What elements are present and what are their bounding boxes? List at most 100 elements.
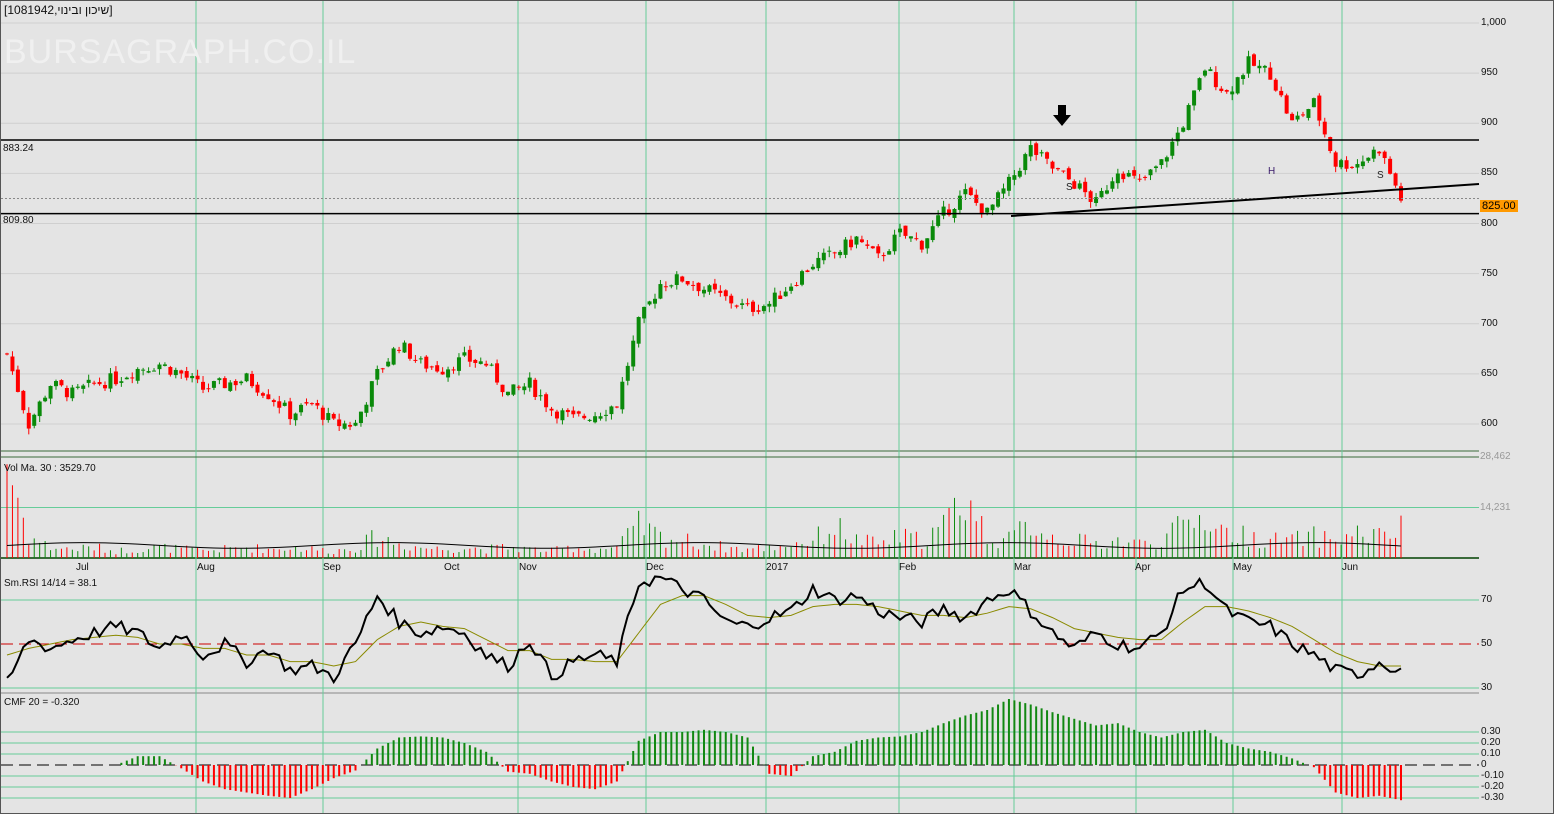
candle-body (5, 353, 9, 355)
candle-body (32, 414, 37, 426)
candle-body (1349, 166, 1354, 168)
candle-body (369, 381, 374, 407)
candle-body (1230, 91, 1235, 95)
cmf-tick-label: -0.10 (1481, 770, 1504, 781)
candle-body (135, 368, 140, 381)
candle-body (1393, 173, 1398, 186)
candle-body (456, 357, 461, 371)
candle-body (1382, 151, 1387, 159)
candle-body (222, 378, 227, 389)
candle-body (658, 284, 663, 299)
candle-body (1300, 114, 1305, 116)
candle-body (1186, 105, 1191, 130)
candle-body (810, 266, 815, 270)
candle-body (1153, 166, 1158, 169)
candle-body (1290, 113, 1295, 121)
candle-body (1251, 54, 1256, 66)
candle-body (331, 413, 336, 419)
candle-body (407, 343, 412, 359)
cmf-tick-label: -0.20 (1481, 781, 1504, 792)
chart-canvas[interactable] (1, 1, 1554, 814)
candle-body (957, 195, 962, 210)
date-axis-label: Jun (1342, 562, 1359, 573)
rsi-title: Sm.RSI 14/14 = 38.1 (4, 578, 98, 589)
candle-body (440, 371, 445, 375)
candle-body (255, 384, 260, 393)
candle-body (554, 411, 559, 419)
candle-body (892, 234, 897, 252)
candle-body (1115, 173, 1120, 184)
candle-body (1328, 137, 1333, 152)
candle-body (778, 295, 783, 299)
candle-body (293, 413, 298, 421)
candle-body (244, 373, 249, 382)
candle-body (636, 317, 641, 344)
last-price-label: 825.00 (1480, 200, 1518, 212)
candle-body (729, 295, 734, 304)
candle-body (1023, 154, 1028, 171)
pattern-annotation: H (1268, 166, 1276, 177)
date-axis-label: Sep (323, 562, 341, 573)
date-axis-label: Mar (1014, 562, 1032, 573)
candle-body (1208, 69, 1213, 72)
price-tick-label: 950 (1481, 67, 1498, 79)
date-axis-label: Dec (646, 562, 664, 573)
candle-body (353, 422, 358, 426)
candle-body (108, 373, 113, 389)
candle-body (881, 255, 886, 257)
candle-body (663, 286, 668, 288)
candle-body (1284, 95, 1289, 114)
candle-body (1197, 78, 1202, 90)
candle-body (1001, 188, 1006, 194)
candle-body (342, 423, 347, 429)
candle-body (1083, 181, 1088, 193)
candle-body (500, 384, 505, 393)
candle-body (849, 239, 854, 248)
candle-body (1371, 149, 1376, 159)
candle-body (609, 406, 614, 415)
watermark: BURSAGRAPH.CO.IL (4, 33, 357, 71)
candle-body (495, 363, 500, 383)
candle-body (1099, 190, 1104, 198)
candle-body (228, 382, 233, 391)
candle-body (397, 349, 402, 351)
price-tick-label: 650 (1481, 367, 1498, 379)
candle-body (86, 379, 91, 383)
candle-body (1164, 157, 1169, 162)
candle-body (37, 401, 42, 417)
candle-body (1045, 152, 1050, 159)
candle-body (1034, 143, 1039, 155)
candle-body (1088, 191, 1093, 202)
candle-body (1159, 159, 1164, 166)
candle-body (805, 270, 810, 273)
pattern-annotation: S (1377, 170, 1384, 181)
candle-body (124, 377, 129, 380)
candle-body (1311, 98, 1316, 108)
price-tick-label: 900 (1481, 117, 1498, 129)
candle-body (522, 386, 527, 391)
candle-body (794, 284, 799, 286)
candle-body (119, 381, 124, 383)
candle-body (538, 395, 543, 397)
candle-body (64, 387, 69, 398)
price-tick-label: 1,000 (1481, 17, 1507, 28)
candle-body (1377, 151, 1382, 154)
candle-body (435, 365, 440, 372)
candle-body (702, 289, 706, 294)
candle-body (1126, 172, 1131, 177)
candle-body (282, 402, 287, 406)
candle-body (130, 377, 135, 379)
candle-body (767, 303, 772, 307)
candle-body (772, 292, 777, 307)
candle-body (260, 393, 265, 396)
candle-body (271, 400, 276, 403)
cmf-title: CMF 20 = -0.320 (4, 697, 80, 708)
candle-body (304, 402, 309, 404)
candle-body (582, 415, 587, 419)
candle-body (838, 251, 843, 256)
cmf-tick-label: 0.10 (1481, 748, 1501, 759)
candle-body (239, 381, 244, 384)
price-tick-label: 700 (1481, 317, 1498, 329)
candle-body (876, 246, 881, 254)
candle-body (789, 286, 794, 291)
